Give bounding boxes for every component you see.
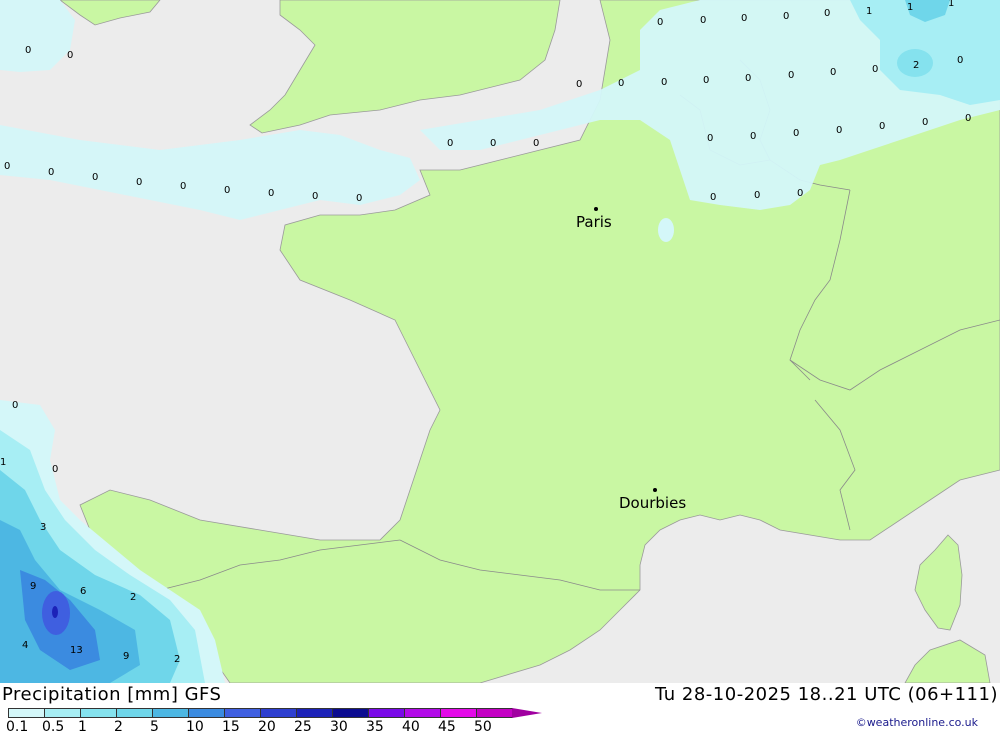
precip-value: 0 xyxy=(657,17,663,28)
precip-value: 0 xyxy=(797,188,803,199)
precip-value: 0 xyxy=(965,113,971,124)
precip-value: 0 xyxy=(710,192,716,203)
precip-value: 1 xyxy=(948,0,954,9)
scale-swatch xyxy=(188,708,225,718)
precip-value: 3 xyxy=(40,522,46,533)
scale-swatch xyxy=(224,708,261,718)
precip-area-sw-20 xyxy=(52,606,58,618)
precip-value: 0 xyxy=(4,161,10,172)
precip-value: 2 xyxy=(130,592,136,603)
precip-value: 0 xyxy=(741,13,747,24)
precip-value: 0 xyxy=(700,15,706,26)
precip-value: 0 xyxy=(957,55,963,66)
precip-value: 0 xyxy=(576,79,582,90)
precip-value: 1 xyxy=(866,6,872,17)
precip-area-paris-spot xyxy=(658,218,674,242)
precip-value: 0 xyxy=(312,191,318,202)
precip-value: 0 xyxy=(754,190,760,201)
precip-value: 0 xyxy=(268,188,274,199)
precip-value: 0 xyxy=(783,11,789,22)
precip-value: 0 xyxy=(447,138,453,149)
precip-value: 0 xyxy=(92,172,98,183)
scale-swatch xyxy=(152,708,189,718)
precip-value: 0 xyxy=(793,128,799,139)
precip-value: 0 xyxy=(922,117,928,128)
scale-swatch xyxy=(440,708,477,718)
city-label: Paris xyxy=(576,213,612,231)
precip-value: 0 xyxy=(836,125,842,136)
precip-value: 0 xyxy=(872,64,878,75)
precip-value: 4 xyxy=(22,640,28,651)
precipitation-map: Paris Dourbies 0 0 0 0 0 0 0 0 0 0 0 0 0… xyxy=(0,0,1000,683)
precip-value: 0 xyxy=(824,8,830,19)
scale-swatch xyxy=(80,708,117,718)
city-marker xyxy=(594,207,598,211)
precip-value: 9 xyxy=(123,651,129,662)
precip-value: 2 xyxy=(913,60,919,71)
precip-value: 0 xyxy=(12,400,18,411)
precip-value: 2 xyxy=(174,654,180,665)
precip-value: 0 xyxy=(48,167,54,178)
map-title: Precipitation [mm] GFS xyxy=(2,684,222,705)
precip-value: 0 xyxy=(136,177,142,188)
precip-value: 0 xyxy=(180,181,186,192)
scale-swatch xyxy=(476,708,513,718)
city-label: Dourbies xyxy=(619,494,686,512)
precip-value: 0 xyxy=(618,78,624,89)
precip-value: 0 xyxy=(356,193,362,204)
scale-swatch xyxy=(332,708,369,718)
precip-value: 0 xyxy=(661,77,667,88)
precip-value: 0 xyxy=(879,121,885,132)
scale-swatch xyxy=(404,708,441,718)
scale-swatch xyxy=(8,708,45,718)
credit-link[interactable]: ©weatheronline.co.uk xyxy=(856,716,978,729)
precip-value: 0 xyxy=(52,464,58,475)
city-marker xyxy=(653,488,657,492)
precip-value: 0 xyxy=(703,75,709,86)
scale-swatch xyxy=(260,708,297,718)
precip-value: 6 xyxy=(80,586,86,597)
forecast-datetime: Tu 28-10-2025 18..21 UTC (06+111) xyxy=(655,684,998,705)
precip-value: 0 xyxy=(830,67,836,78)
precip-value: 0 xyxy=(707,133,713,144)
scale-swatch xyxy=(512,708,542,718)
precip-value: 0 xyxy=(745,73,751,84)
precip-value: 9 xyxy=(30,581,36,592)
precip-value: 1 xyxy=(907,2,913,13)
precip-value: 0 xyxy=(750,131,756,142)
precip-value: 0 xyxy=(67,50,73,61)
precip-value: 1 xyxy=(0,457,6,468)
scale-swatch xyxy=(116,708,153,718)
scale-swatch xyxy=(296,708,333,718)
precip-value: 0 xyxy=(224,185,230,196)
scale-swatch xyxy=(368,708,405,718)
precip-value: 0 xyxy=(490,138,496,149)
precip-value: 0 xyxy=(533,138,539,149)
precip-value: 0 xyxy=(788,70,794,81)
precip-value: 0 xyxy=(25,45,31,56)
precip-value: 13 xyxy=(70,645,83,656)
scale-swatch xyxy=(44,708,81,718)
